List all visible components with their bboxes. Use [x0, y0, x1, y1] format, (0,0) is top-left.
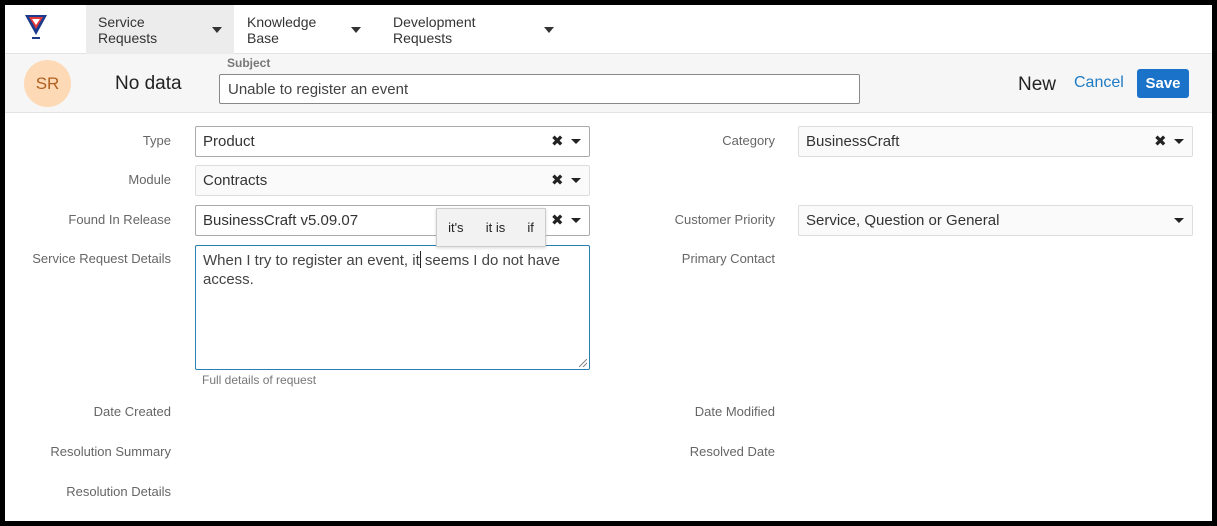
suggestion-item[interactable]: it is — [486, 220, 506, 235]
category-value: BusinessCraft — [806, 133, 900, 150]
status-badge: New — [1018, 74, 1057, 95]
customer-priority-select[interactable]: Service, Question or General — [798, 205, 1193, 236]
tab-development-requests[interactable]: Development Requests — [381, 5, 566, 54]
avatar: SR — [24, 60, 71, 107]
suggestion-item[interactable]: it's — [448, 220, 463, 235]
chevron-down-icon — [212, 26, 222, 33]
module-select[interactable]: Contracts ✖ — [195, 165, 590, 196]
primary-contact-label: Primary Contact — [681, 251, 775, 266]
customer-priority-value: Service, Question or General — [806, 212, 1000, 229]
details-hint: Full details of request — [202, 373, 317, 387]
top-nav: Service Requests Knowledge Base Developm… — [5, 5, 1212, 54]
type-value: Product — [203, 133, 255, 150]
chevron-down-icon[interactable] — [571, 178, 581, 183]
category-select[interactable]: BusinessCraft ✖ — [798, 126, 1193, 157]
tab-label: Development Requests — [393, 13, 476, 46]
resolved-date-label: Resolved Date — [689, 444, 775, 459]
service-request-details-label: Service Request Details — [32, 251, 171, 266]
clear-icon[interactable]: ✖ — [551, 213, 564, 228]
service-request-details-textarea[interactable]: When I try to register an event, it seem… — [195, 245, 590, 370]
clear-icon[interactable]: ✖ — [551, 134, 564, 149]
suggestion-item[interactable]: if — [527, 220, 534, 235]
resolution-summary-label: Resolution Summary — [50, 444, 171, 459]
type-select[interactable]: Product ✖ — [195, 126, 590, 157]
autocorrect-suggestions: it's it is if — [436, 208, 546, 247]
subject-label: Subject — [227, 56, 271, 70]
tab-label: Knowledge Base — [247, 13, 317, 46]
tab-label: Service Requests — [98, 13, 158, 46]
save-button[interactable]: Save — [1137, 69, 1189, 98]
tab-service-requests[interactable]: Service Requests — [86, 5, 234, 54]
resolution-details-label: Resolution Details — [66, 484, 171, 499]
found-in-release-label: Found In Release — [68, 212, 171, 227]
chevron-down-icon[interactable] — [1174, 218, 1184, 223]
cancel-button[interactable]: Cancel — [1074, 74, 1124, 92]
module-value: Contracts — [203, 172, 268, 189]
page-title: No data — [115, 73, 182, 94]
customer-priority-label: Customer Priority — [674, 212, 775, 227]
chevron-down-icon[interactable] — [1174, 139, 1184, 144]
company-logo-icon[interactable] — [23, 13, 49, 43]
subject-input[interactable] — [219, 74, 860, 104]
chevron-down-icon — [544, 26, 554, 33]
category-label: Category — [722, 133, 775, 148]
details-text-before-cursor: When I try to register an event, it — [203, 252, 420, 269]
type-label: Type — [142, 133, 171, 148]
tab-knowledge-base[interactable]: Knowledge Base — [235, 5, 373, 54]
resize-handle-icon[interactable] — [579, 359, 587, 367]
date-modified-label: Date Modified — [694, 404, 775, 419]
module-label: Module — [128, 172, 171, 187]
date-created-label: Date Created — [93, 404, 171, 419]
record-header: SR No data Subject New Cancel Save — [5, 54, 1212, 113]
clear-icon[interactable]: ✖ — [1154, 134, 1167, 149]
chevron-down-icon — [351, 26, 361, 33]
app-window: Service Requests Knowledge Base Developm… — [5, 5, 1212, 521]
clear-icon[interactable]: ✖ — [551, 173, 564, 188]
